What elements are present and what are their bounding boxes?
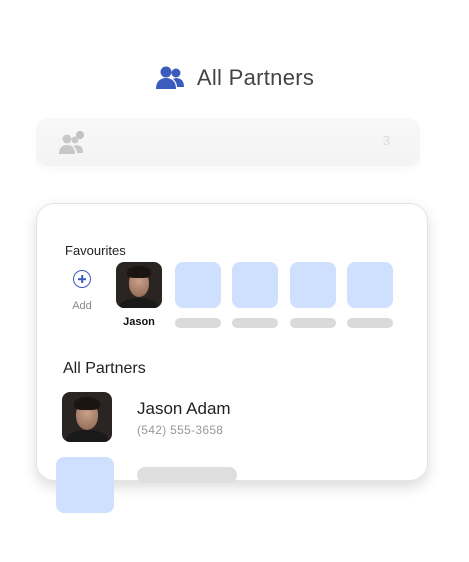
- name-skeleton: [175, 318, 221, 328]
- all-partners-title: All Partners: [63, 360, 146, 377]
- favourite-person[interactable]: Jason: [115, 262, 163, 328]
- favourite-placeholder: [175, 262, 221, 308]
- name-skeleton: [290, 318, 336, 328]
- favourite-name: Jason: [123, 316, 155, 328]
- avatar: [62, 392, 112, 442]
- loading-avatar-skeleton: [56, 457, 114, 513]
- avatar: [116, 262, 162, 308]
- page-title: All Partners: [196, 65, 315, 90]
- plus-icon: [73, 270, 91, 288]
- favourite-placeholder: [290, 262, 336, 308]
- name-skeleton: [347, 318, 393, 328]
- partner-phone: (542) 555-3658: [137, 423, 224, 437]
- users-icon: [155, 65, 185, 91]
- favourite-placeholder: [347, 262, 393, 308]
- partner-name: Jason Adam: [137, 399, 231, 418]
- partners-summary-bar[interactable]: 3: [36, 118, 420, 166]
- list-item[interactable]: Jason Adam (542) 555-3658: [61, 392, 401, 444]
- loading-name-skeleton: [137, 467, 237, 483]
- add-label: Add: [72, 300, 92, 312]
- partners-count: 3: [382, 133, 390, 148]
- users-notification-icon: [58, 130, 86, 161]
- page-header: All Partners: [0, 60, 469, 96]
- favourite-placeholder: [232, 262, 278, 308]
- partners-card: Favourites Add Jason All Partners Jason …: [36, 203, 428, 481]
- favourites-title: Favourites: [65, 243, 126, 258]
- add-favourite-button[interactable]: Add: [65, 270, 99, 312]
- name-skeleton: [232, 318, 278, 328]
